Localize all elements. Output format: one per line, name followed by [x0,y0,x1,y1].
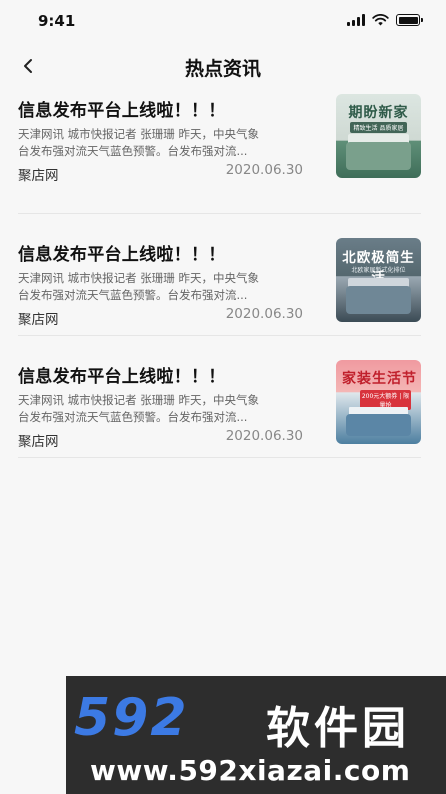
news-thumbnail: 期盼新家 精致生活 品质家居 [336,94,421,178]
news-item[interactable]: 信息发布平台上线啦！！！ 天津网讯 城市快报记者 张珊珊 昨天，中央气象台发布强… [18,336,421,458]
battery-level [398,16,418,24]
news-item[interactable]: 信息发布平台上线啦！！！ 天津网讯 城市快报记者 张珊珊 昨天，中央气象台发布强… [18,214,421,336]
news-title: 信息发布平台上线啦！！！ [18,245,226,265]
news-title: 信息发布平台上线啦！！！ [18,101,226,121]
news-source: 聚店网 [18,312,59,328]
thumb-subtitle: 北欧家居新式化排位 [351,267,406,274]
thumb-headline: 家装生活节 [342,371,417,387]
news-date: 2020.06.30 [225,162,303,178]
watermark-logo: 592 [74,688,189,748]
status-time: 9:41 [38,12,76,30]
watermark-url: www.592xiazai.com [90,754,411,787]
news-summary: 天津网讯 城市快报记者 张珊珊 昨天，中央气象台发布强对流天气蓝色预警。台发布强… [18,271,259,302]
watermark-name: 软件园 [266,703,410,754]
news-title: 信息发布平台上线啦！！！ [18,367,226,387]
thumb-subtitle: 200元大额券 | 限量抢 [360,390,411,410]
thumb-headline: 期盼新家 [348,105,409,121]
news-summary: 天津网讯 城市快报记者 张珊珊 昨天，中央气象台发布强对流天气蓝色预警。台发布强… [18,393,259,424]
wifi-icon [372,14,389,26]
news-list: 信息发布平台上线啦！！！ 天津网讯 城市快报记者 张珊珊 昨天，中央气象台发布强… [18,92,421,458]
news-item[interactable]: 信息发布平台上线啦！！！ 天津网讯 城市快报记者 张珊珊 昨天，中央气象台发布强… [18,92,421,214]
sofa-illustration [346,414,411,436]
news-thumbnail: 北欧极简生活 北欧家居新式化排位 [336,238,421,322]
news-source: 聚店网 [18,434,59,450]
signal-icon [347,14,365,26]
watermark-banner: 592 软件园 www.592xiazai.com [66,676,446,794]
news-summary: 天津网讯 城市快报记者 张珊珊 昨天，中央气象台发布强对流天气蓝色预警。台发布强… [18,127,259,158]
status-bar: 9:41 [0,0,446,40]
thumb-subtitle: 精致生活 品质家居 [350,122,407,133]
bed-illustration [346,142,411,170]
status-icons [347,14,423,26]
news-date: 2020.06.30 [225,306,303,322]
battery-icon [396,14,423,26]
page-title: 热点资讯 [184,58,261,80]
news-thumbnail: 家装生活节 200元大额券 | 限量抢 [336,360,421,444]
news-date: 2020.06.30 [225,428,303,444]
news-source: 聚店网 [18,168,59,184]
bed-illustration [346,286,411,314]
nav-bar: 热点资讯 [0,44,446,88]
